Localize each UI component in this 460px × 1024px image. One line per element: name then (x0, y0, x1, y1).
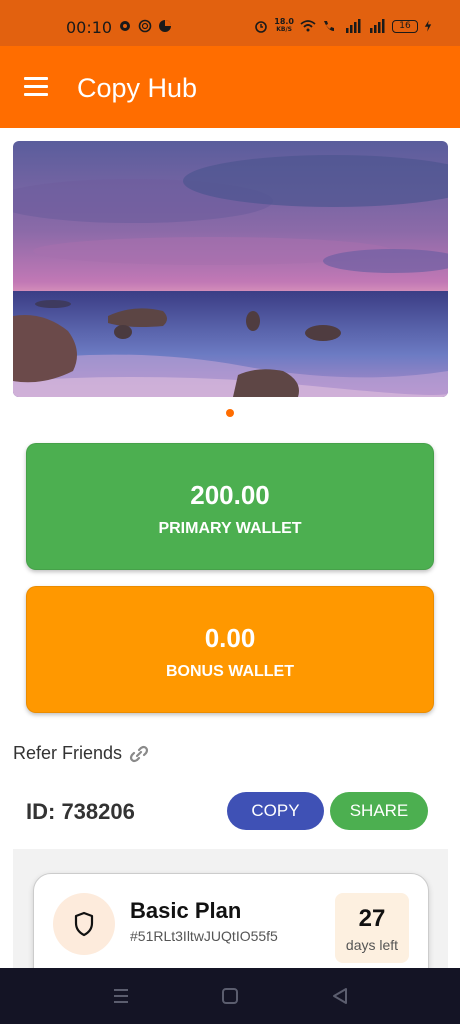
days-left-number: 27 (358, 905, 386, 932)
primary-wallet-amount: 200.00 (190, 480, 270, 510)
status-time: 00:10 (66, 18, 113, 37)
bonus-wallet-label: BONUS WALLET (166, 663, 294, 680)
shield-icon (74, 911, 94, 937)
signal-icon (370, 19, 385, 33)
primary-wallet-card: 200.00 PRIMARY WALLET (26, 443, 434, 570)
home-icon[interactable] (220, 986, 240, 1006)
recents-icon[interactable] (111, 986, 131, 1006)
plan-icon-circle (53, 893, 115, 955)
primary-wallet-label: PRIMARY WALLET (158, 520, 302, 537)
plan-name: Basic Plan (130, 898, 242, 923)
volte-call-icon (324, 21, 334, 31)
hamburger-menu-icon[interactable] (24, 77, 48, 97)
referral-id: ID: 738206 (26, 799, 135, 824)
days-left-badge: 27 days left (335, 893, 409, 963)
system-nav-bar (0, 968, 460, 1024)
net-speed: 18.0 KB/S (274, 18, 294, 34)
net-speed-unit: KB/S (276, 26, 292, 33)
copy-button[interactable]: COPY (227, 792, 324, 830)
carousel-indicator-dot (226, 409, 234, 417)
seascape-sunset-image (13, 141, 448, 397)
refer-friends-label: Refer Friends (13, 743, 123, 763)
banner-image[interactable] (13, 141, 448, 397)
back-icon[interactable] (330, 986, 350, 1006)
signal-icon (346, 19, 361, 33)
bonus-wallet-card: 0.00 BONUS WALLET (26, 586, 434, 713)
app-bar: Copy Hub (0, 46, 460, 128)
net-speed-value: 18.0 (274, 17, 294, 26)
plan-code: #51RLt3IltwJUQtIO55f5 (130, 928, 278, 944)
days-left-label: days left (345, 937, 399, 953)
chatgpt-icon (138, 19, 152, 33)
link-icon (129, 745, 149, 762)
charging-icon (424, 20, 432, 32)
app-title: Copy Hub (77, 73, 198, 103)
status-bar: 00:10 18.0 KB/S 16 (0, 0, 460, 46)
pie-app-icon (159, 20, 171, 32)
alarm-icon (255, 21, 268, 33)
bonus-wallet-amount: 0.00 (204, 623, 256, 653)
share-button[interactable]: SHARE (330, 792, 428, 830)
battery-icon: 16 (392, 19, 418, 33)
refer-friends-heading: Refer Friends (13, 743, 150, 764)
settings-icon (120, 21, 130, 31)
wifi-icon (300, 20, 316, 32)
